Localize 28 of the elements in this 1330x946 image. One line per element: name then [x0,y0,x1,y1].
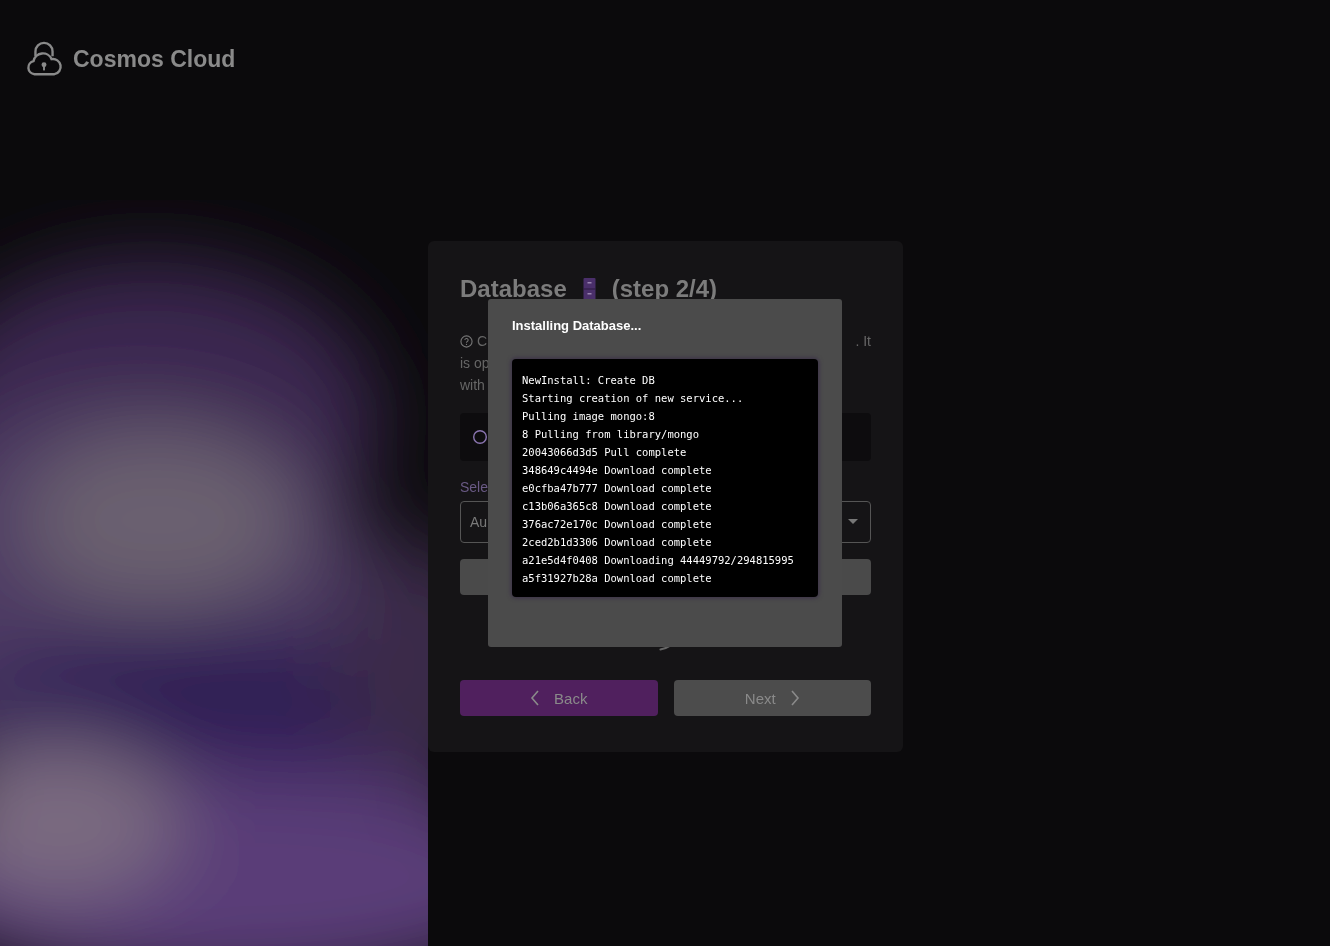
log-line: 348649c4494e Download complete [522,463,713,478]
card-title: Database [460,275,567,303]
caret-icon [848,519,858,525]
log-line: 20043066d3d5 Pull complete [522,445,688,460]
field-label: Sele [460,479,489,495]
help-text: with [460,377,485,393]
chevron-right-icon [789,690,800,706]
log-line: Pulling image mongo:8 [522,409,656,424]
chevron-left-icon [530,690,541,706]
log-line: a21e5d4f0408 Downloading 44449792/294815995 [522,553,795,568]
cloud-lock-icon [25,40,63,78]
help-text: . It [855,333,871,349]
help-text: C [477,333,488,349]
dialog-title: Installing Database... [512,318,643,333]
log-line: a5f31927b28a Download complete [522,571,713,586]
log-line: 8 Pulling from library/mongo [522,427,700,442]
log-line: NewInstall: Create DB [522,373,656,388]
log-line: 2ced2b1d3306 Download complete [522,535,713,550]
step-label: (step 2/4) [611,275,718,303]
log-line: c13b06a365c8 Download complete [522,499,713,514]
circle-icon [473,430,487,444]
help-icon [460,334,473,348]
back-button[interactable]: Back [460,680,658,716]
file-cabinet-icon [582,278,596,300]
log-line: e0cfba47b777 Download complete [522,481,713,496]
log-line: 376ac72e170c Download complete [522,517,713,532]
brand-name: Cosmos Cloud [73,45,236,73]
log-line: Starting creation of new service... [522,391,745,406]
